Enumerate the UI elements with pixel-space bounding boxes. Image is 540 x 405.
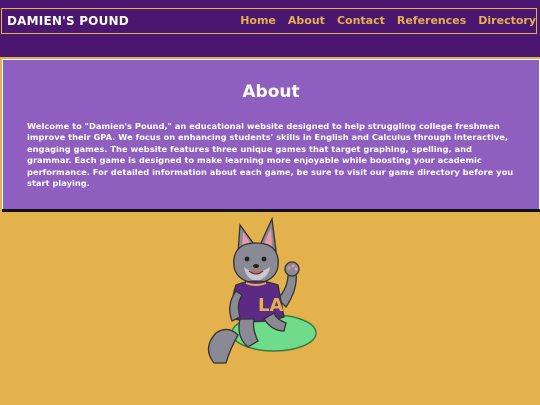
section-divider: [2, 209, 540, 212]
about-description: Welcome to "Damien's Pound," an educatio…: [27, 121, 514, 189]
navigation-bar: DAMIEN'S POUND Home About Contact Refere…: [1, 8, 537, 34]
nav-directory-link[interactable]: Directory: [478, 14, 536, 27]
shirt-letters: LA: [258, 295, 283, 316]
top-bar: DAMIEN'S POUND Home About Contact Refere…: [0, 0, 540, 57]
nav-links: Home About Contact References Directory: [228, 14, 536, 27]
nav-home-link[interactable]: Home: [240, 14, 276, 27]
nav-about-link[interactable]: About: [288, 14, 325, 27]
wolf-mascot-illustration: LA: [207, 216, 317, 364]
about-title: About: [242, 82, 300, 102]
nav-references-link[interactable]: References: [397, 14, 466, 27]
nav-contact-link[interactable]: Contact: [337, 14, 385, 27]
site-brand[interactable]: DAMIEN'S POUND: [7, 14, 129, 28]
about-section: About Welcome to "Damien's Pound," an ed…: [2, 59, 540, 210]
